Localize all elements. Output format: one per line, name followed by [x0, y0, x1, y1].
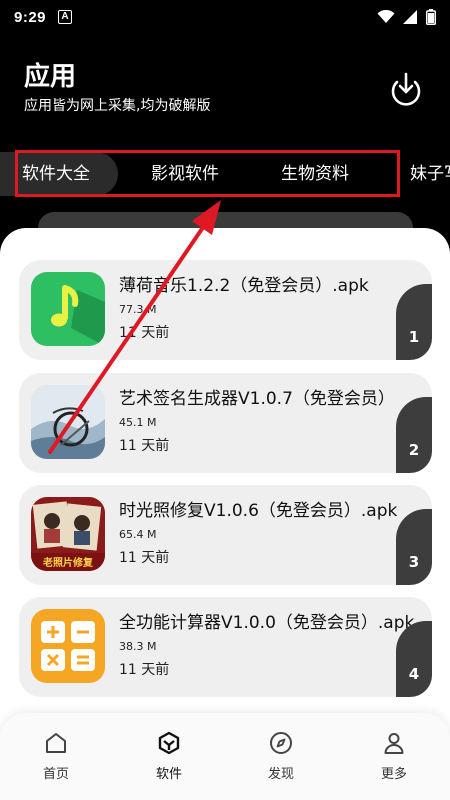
tab-partial[interactable]: 妹子写	[410, 152, 450, 196]
list-item[interactable]: 薄荷音乐1.2.2（免登会员）.apk 77.3 M 11 天前 1	[19, 260, 432, 360]
rank-badge: 1	[396, 284, 432, 360]
user-icon	[384, 733, 404, 754]
app-size: 65.4 M	[119, 528, 157, 541]
nav-label: 发现	[267, 767, 294, 782]
page-subtitle: 应用皆为网上采集,均为破解版	[24, 98, 211, 114]
app-time: 11 天前	[119, 325, 170, 341]
app-name: 全功能计算器V1.0.0（免登会员）.apk	[119, 613, 415, 633]
signal-icon	[403, 10, 417, 24]
status-icons	[377, 9, 436, 25]
app-time: 11 天前	[119, 662, 170, 678]
nav-label: 软件	[155, 767, 182, 782]
status-bar: 9:29 A	[0, 0, 450, 34]
page-header: 应用 应用皆为网上采集,均为破解版	[24, 60, 210, 116]
app-name: 时光照修复V1.0.6（免登会员）.apk	[119, 501, 398, 521]
list-item[interactable]: 全功能计算器V1.0.0（免登会员）.apk 38.3 M 11 天前 4	[19, 597, 432, 697]
software-icon	[158, 731, 180, 755]
nav-home[interactable]: 首页	[11, 731, 101, 782]
rank-badge: 4	[396, 621, 432, 697]
signature-art-icon	[31, 385, 105, 459]
compass-icon	[270, 732, 292, 754]
photo-restore-icon: 老照片修复	[31, 497, 105, 571]
music-note-icon	[31, 272, 105, 346]
battery-icon	[426, 9, 436, 25]
download-icon	[391, 72, 421, 106]
nav-label: 更多	[380, 767, 407, 782]
nav-label: 首页	[42, 767, 69, 782]
rank-badge: 2	[396, 397, 432, 473]
app-size: 45.1 M	[119, 416, 157, 429]
wifi-icon	[377, 10, 395, 23]
notification-icon: A	[58, 10, 73, 24]
bottom-nav: 首页 软件 发现 更多	[0, 713, 450, 800]
app-name: 薄荷音乐1.2.2（免登会员）.apk	[119, 276, 369, 296]
app-time: 11 天前	[119, 550, 170, 566]
list-item[interactable]: 老照片修复 时光照修复V1.0.6（免登会员）.apk 65.4 M 11 天前…	[19, 485, 432, 585]
category-tabs: 软件大全 影视软件 生物资料 妹子写	[0, 152, 450, 196]
list-item[interactable]: 艺术签名生成器V1.0.7（免登会员） 45.1 M 11 天前 2	[19, 373, 432, 473]
app-name: 艺术签名生成器V1.0.7（免登会员）	[119, 389, 395, 409]
tab-software-all[interactable]: 软件大全	[0, 152, 118, 196]
tab-bio-resources[interactable]: 生物资料	[281, 152, 349, 196]
app-size: 77.3 M	[119, 303, 157, 316]
tab-video-software[interactable]: 影视软件	[151, 152, 219, 196]
nav-more[interactable]: 更多	[349, 731, 439, 782]
app-time: 11 天前	[119, 438, 170, 454]
home-icon	[46, 733, 66, 753]
calculator-icon	[31, 609, 105, 683]
status-time: 9:29	[14, 8, 47, 26]
nav-software[interactable]: 软件	[124, 731, 214, 782]
icon-caption: 老照片修复	[43, 558, 93, 569]
rank-badge: 3	[396, 509, 432, 585]
nav-discover[interactable]: 发现	[236, 731, 326, 782]
app-size: 38.3 M	[119, 640, 157, 653]
page-title: 应用	[24, 62, 77, 92]
download-button[interactable]	[388, 70, 424, 106]
